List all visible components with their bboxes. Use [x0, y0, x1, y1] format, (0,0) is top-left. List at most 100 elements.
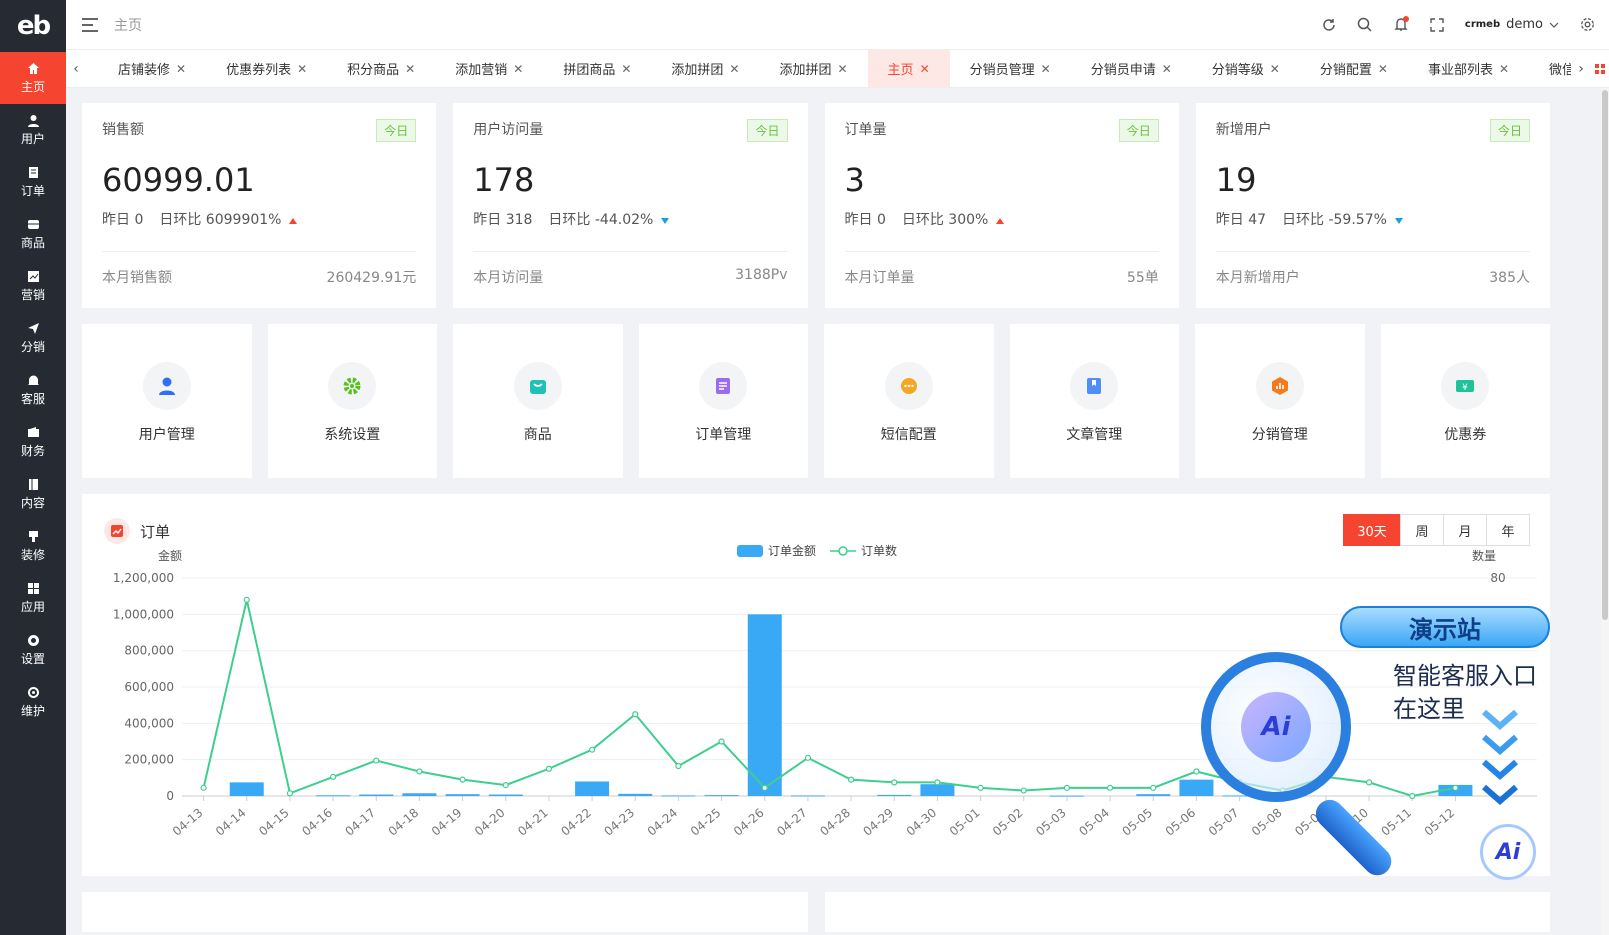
range-button-1[interactable]: 周 — [1400, 514, 1444, 546]
tab-6[interactable]: 添加拼团 ✕ — [759, 50, 867, 87]
close-icon[interactable]: ✕ — [920, 62, 930, 76]
sidebar-item-6[interactable]: 客服 — [0, 364, 66, 416]
line-point — [545, 765, 553, 772]
tab-0[interactable]: 店铺装修 ✕ — [98, 50, 206, 87]
shortcut-user[interactable]: 用户管理 — [82, 324, 252, 478]
maintenance-icon — [27, 686, 40, 699]
stat-yesterday: 昨日 0 — [844, 212, 886, 228]
sidebar-item-11[interactable]: 设置 — [0, 624, 66, 676]
x-tick-label: 05-02 — [990, 806, 1026, 839]
bell-icon — [27, 374, 40, 387]
sidebar-item-5[interactable]: 分销 — [0, 312, 66, 364]
shortcut-bag[interactable]: 商品 — [453, 324, 623, 478]
sidebar-item-0[interactable]: 主页 — [0, 52, 66, 104]
line-point — [286, 790, 294, 797]
close-icon[interactable]: ✕ — [405, 62, 415, 76]
ai-chat-button[interactable]: Ai — [1480, 824, 1536, 880]
close-icon[interactable]: ✕ — [513, 62, 523, 76]
sidebar-item-label: 维护 — [20, 703, 45, 718]
list-icon — [699, 362, 748, 410]
line-point — [891, 779, 898, 786]
shortcut-bar-chart[interactable]: 分销管理 — [1195, 324, 1365, 478]
search-icon[interactable] — [1357, 17, 1373, 33]
sidebar: eb 主页 用户订单商品 营销分销客服 财务 内容 装修 应用 设置维护 — [0, 0, 66, 935]
today-badge: 今日 — [1489, 119, 1530, 142]
close-icon[interactable]: ✕ — [837, 62, 847, 76]
today-badge: 今日 — [376, 119, 417, 142]
bottom-card-right — [824, 892, 1550, 932]
shortcut-gear[interactable]: 系统设置 — [267, 324, 437, 478]
y-tick-label: 1,000,000 — [113, 607, 174, 621]
tab-4[interactable]: 拼团商品 ✕ — [543, 50, 651, 87]
tab-5[interactable]: 添加拼团 ✕ — [651, 50, 759, 87]
tab-2[interactable]: 积分商品 ✕ — [327, 50, 435, 87]
promo-pill[interactable]: 演示站 — [1340, 606, 1550, 648]
x-tick-label: 05-01 — [947, 806, 983, 839]
tab-8[interactable]: 分销员管理 ✕ — [950, 50, 1071, 87]
close-icon[interactable]: ✕ — [729, 62, 739, 76]
sidebar-item-4[interactable]: 营销 — [0, 260, 66, 312]
line-point — [329, 773, 337, 781]
tab-13[interactable]: 微信菜✕ — [1529, 50, 1571, 87]
tab-label: 分销员管理 — [969, 63, 1035, 78]
close-icon[interactable]: ✕ — [1270, 62, 1280, 76]
notification-bell-icon[interactable] — [1393, 15, 1409, 33]
sidebar-item-1[interactable]: 用户 — [0, 104, 66, 156]
shortcut-label: 文章管理 — [1066, 427, 1123, 443]
bar — [359, 794, 394, 796]
tabs-scroll-right-icon[interactable]: › — [1571, 61, 1591, 77]
shortcut-coupon[interactable]: ¥ 优惠券 — [1380, 324, 1550, 478]
line-point — [502, 782, 509, 789]
tab-12[interactable]: 事业部列表 ✕ — [1408, 50, 1529, 87]
refresh-icon[interactable] — [1321, 17, 1337, 33]
range-button-3[interactable]: 年 — [1486, 514, 1530, 546]
magnifier-handle — [1310, 794, 1398, 882]
fullscreen-icon[interactable] — [1429, 17, 1445, 33]
trend-up-icon — [996, 218, 1005, 224]
settings-gear-icon[interactable] — [1579, 17, 1595, 33]
sidebar-item-9[interactable]: 装修 — [0, 520, 66, 572]
sidebar-item-label: 订单 — [20, 183, 45, 198]
user-menu[interactable]: crmeb demo — [1465, 17, 1559, 32]
tabs-menu-icon[interactable] — [1591, 63, 1609, 74]
scrollbar[interactable] — [1601, 88, 1609, 935]
logo[interactable]: eb — [0, 0, 66, 52]
range-button-0[interactable]: 30天 — [1343, 514, 1401, 546]
x-tick-label: 04-30 — [904, 806, 940, 839]
legend-label: 订单金额 — [768, 543, 816, 558]
close-icon[interactable]: ✕ — [1499, 62, 1509, 76]
tab-1[interactable]: 优惠券列表 ✕ — [206, 50, 327, 87]
x-tick-label: 05-04 — [1076, 806, 1112, 839]
close-icon[interactable]: ✕ — [1041, 62, 1051, 76]
shortcut-list[interactable]: 订单管理 — [638, 324, 808, 478]
tab-10[interactable]: 分销等级 ✕ — [1192, 50, 1300, 87]
close-icon[interactable]: ✕ — [1162, 62, 1172, 76]
tab-3[interactable]: 添加营销 ✕ — [435, 50, 543, 87]
close-icon[interactable]: ✕ — [297, 62, 307, 76]
menu-toggle-icon[interactable] — [82, 17, 98, 32]
sidebar-item-8[interactable]: 内容 — [0, 468, 66, 520]
sidebar-item-label: 分销 — [20, 339, 45, 354]
tab-11[interactable]: 分销配置 ✕ — [1300, 50, 1408, 87]
bar-chart-icon — [1255, 362, 1304, 410]
shortcut-bookmark[interactable]: 文章管理 — [1009, 324, 1179, 478]
sidebar-item-7[interactable]: 财务 — [0, 416, 66, 468]
sidebar-item-3[interactable]: 商品 — [0, 208, 66, 260]
sidebar-item-10[interactable]: 应用 — [0, 572, 66, 624]
shortcut-chat[interactable]: 短信配置 — [824, 324, 994, 478]
sidebar-item-12[interactable]: 维护 — [0, 676, 66, 728]
tab-7[interactable]: 主页 ✕ — [867, 50, 950, 87]
ai-service-promo[interactable]: 演示站 智能客服入口 在这里 Ai Ai — [1195, 600, 1555, 890]
range-button-2[interactable]: 月 — [1443, 514, 1487, 546]
line-point — [1020, 787, 1027, 794]
tab-9[interactable]: 分销员申请 ✕ — [1071, 50, 1192, 87]
tabs-scroll-left-icon[interactable]: ‹ — [66, 61, 86, 77]
sidebar-item-2[interactable]: 订单 — [0, 156, 66, 208]
close-icon[interactable]: ✕ — [621, 62, 631, 76]
close-icon[interactable]: ✕ — [1378, 62, 1388, 76]
line-point — [1106, 784, 1114, 791]
line-point — [718, 738, 725, 745]
tab-label: 分销等级 — [1211, 63, 1264, 78]
chat-icon — [884, 362, 933, 410]
close-icon[interactable]: ✕ — [176, 62, 186, 76]
